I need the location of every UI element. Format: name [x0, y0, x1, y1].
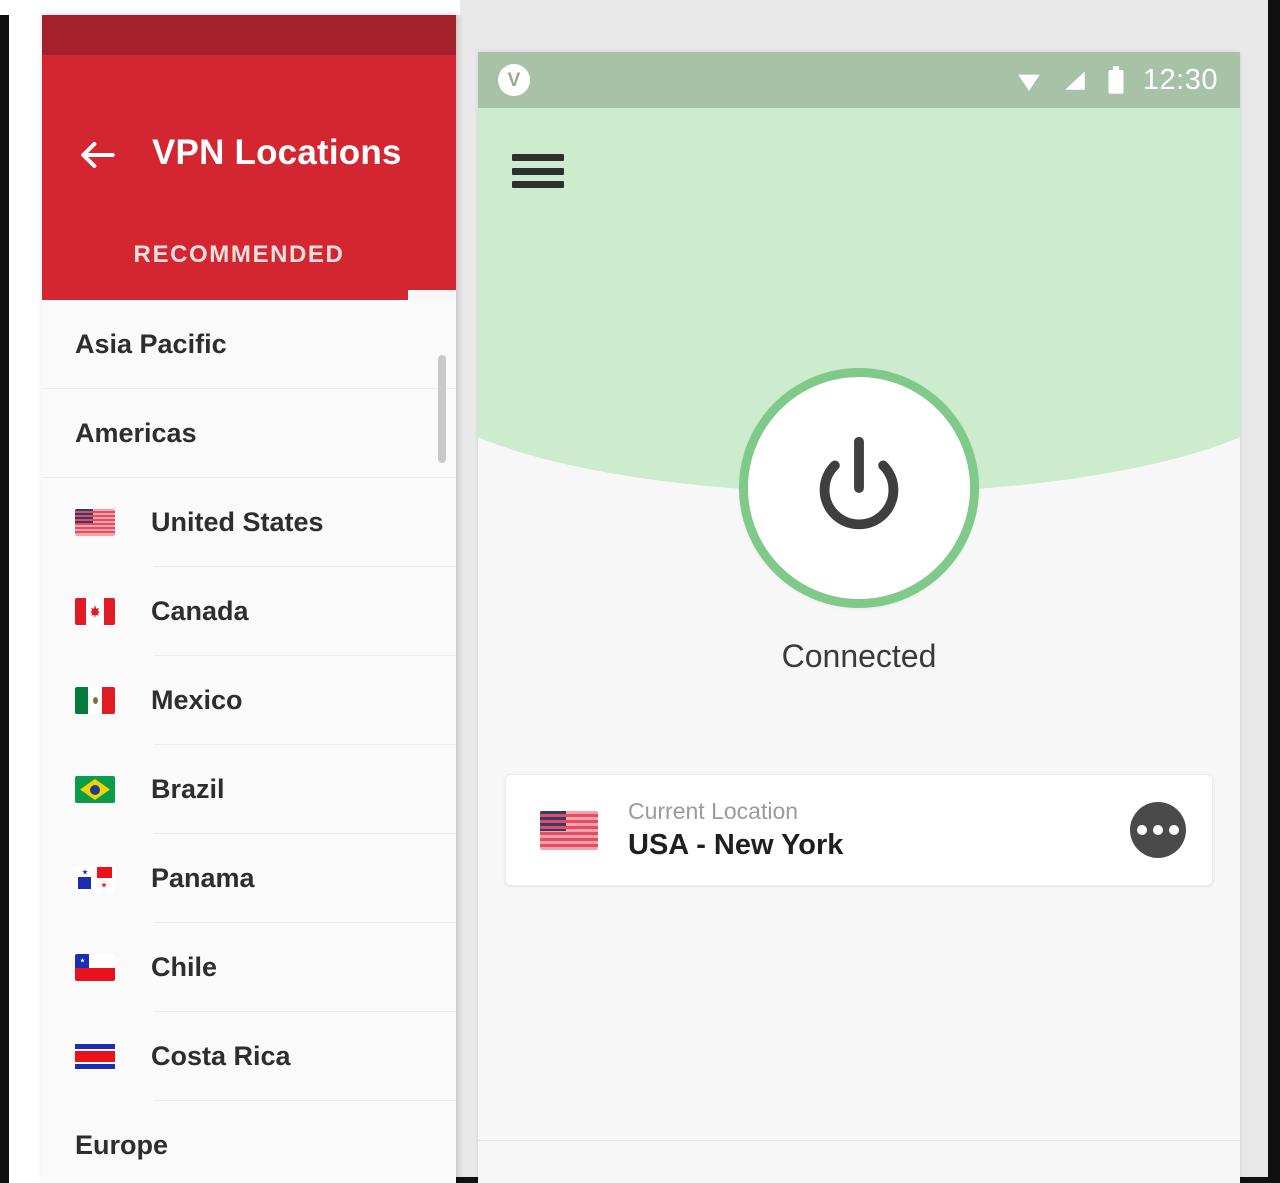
phone-screen: V 12:30 Connected Current Location USA -…	[478, 52, 1240, 1183]
list-item-label: Chile	[151, 952, 218, 982]
status-bar-time: 12:30	[1142, 63, 1218, 96]
vpn-app-icon: V	[498, 64, 530, 96]
list-scrollbar-thumb[interactable]	[438, 355, 446, 463]
battery-icon	[1108, 66, 1124, 94]
list-item-brazil[interactable]: Brazil	[42, 745, 456, 834]
flag-ca-icon	[75, 598, 115, 625]
tab-indicator	[408, 290, 456, 300]
flag-us-icon	[75, 509, 115, 536]
connection-status-label: Connected	[781, 638, 937, 674]
flag-cl-icon	[75, 954, 115, 981]
flag-us-icon	[540, 810, 598, 850]
location-card-subtitle: Current Location	[628, 798, 799, 824]
phone-main-area: Connected	[478, 108, 1240, 708]
tab-recommended[interactable]: RECOMMENDED	[42, 210, 456, 300]
vpn-locations-panel: VPN Locations RECOMMENDED Asia Pacific A…	[42, 15, 456, 1183]
frame-border-right	[1268, 0, 1280, 1183]
list-item-united-states[interactable]: United States	[42, 478, 456, 567]
list-item-label: Panama	[151, 863, 255, 893]
list-item-chile[interactable]: Chile	[42, 923, 456, 1012]
hamburger-menu-icon[interactable]	[512, 150, 564, 192]
wifi-icon	[1018, 74, 1040, 91]
power-icon	[819, 436, 899, 530]
list-item-label: United States	[151, 507, 324, 537]
vpn-locations-list[interactable]: Asia Pacific Americas United States Cana	[42, 300, 456, 1183]
vpn-panel-statusbar	[42, 15, 456, 55]
list-item-costa-rica[interactable]: Costa Rica	[42, 1012, 456, 1101]
location-card-title: USA - New York	[628, 829, 844, 861]
frame-border-left	[0, 0, 9, 1183]
clipped-footer-text	[478, 1177, 1240, 1183]
list-item-label: Brazil	[151, 774, 225, 804]
list-section-americas[interactable]: Americas	[42, 389, 456, 478]
list-section-asia-pacific[interactable]: Asia Pacific	[42, 300, 456, 389]
more-options-icon[interactable]	[1130, 802, 1186, 858]
list-item-label: Canada	[151, 596, 249, 626]
list-item-label: Costa Rica	[151, 1041, 291, 1071]
flag-mx-icon	[75, 687, 115, 714]
phone-status-bar: V 12:30	[478, 52, 1240, 108]
location-card-text: Current Location USA - New York	[628, 798, 843, 862]
page-title: VPN Locations	[152, 133, 402, 172]
list-item-canada[interactable]: Canada	[42, 567, 456, 656]
arrow-left-icon[interactable]	[76, 133, 120, 177]
content-divider	[478, 1140, 1240, 1141]
list-section-europe[interactable]: Europe	[42, 1101, 456, 1183]
flag-cr-icon	[75, 1043, 115, 1070]
power-toggle-button[interactable]	[739, 368, 979, 608]
vpn-app-bar: VPN Locations	[42, 55, 456, 210]
cellular-signal-icon	[1065, 71, 1085, 90]
frame-gutter-left	[9, 0, 42, 1183]
frame-gutter-top	[0, 0, 460, 15]
vpn-tab-bar: RECOMMENDED	[42, 210, 456, 300]
current-location-card[interactable]: Current Location USA - New York	[505, 774, 1213, 886]
list-section-label: Europe	[75, 1129, 169, 1160]
flag-pa-icon	[75, 865, 115, 892]
vpn-app-icon-glyph: V	[507, 69, 521, 91]
screenshot-root: VPN Locations RECOMMENDED Asia Pacific A…	[0, 0, 1280, 1183]
list-section-label: Asia Pacific	[75, 328, 227, 359]
flag-br-icon	[75, 776, 115, 803]
list-item-label: Mexico	[151, 685, 243, 715]
list-item-panama[interactable]: Panama	[42, 834, 456, 923]
list-section-label: Americas	[75, 417, 197, 448]
list-item-mexico[interactable]: Mexico	[42, 656, 456, 745]
status-bar-indicators: 12:30	[1014, 64, 1218, 97]
